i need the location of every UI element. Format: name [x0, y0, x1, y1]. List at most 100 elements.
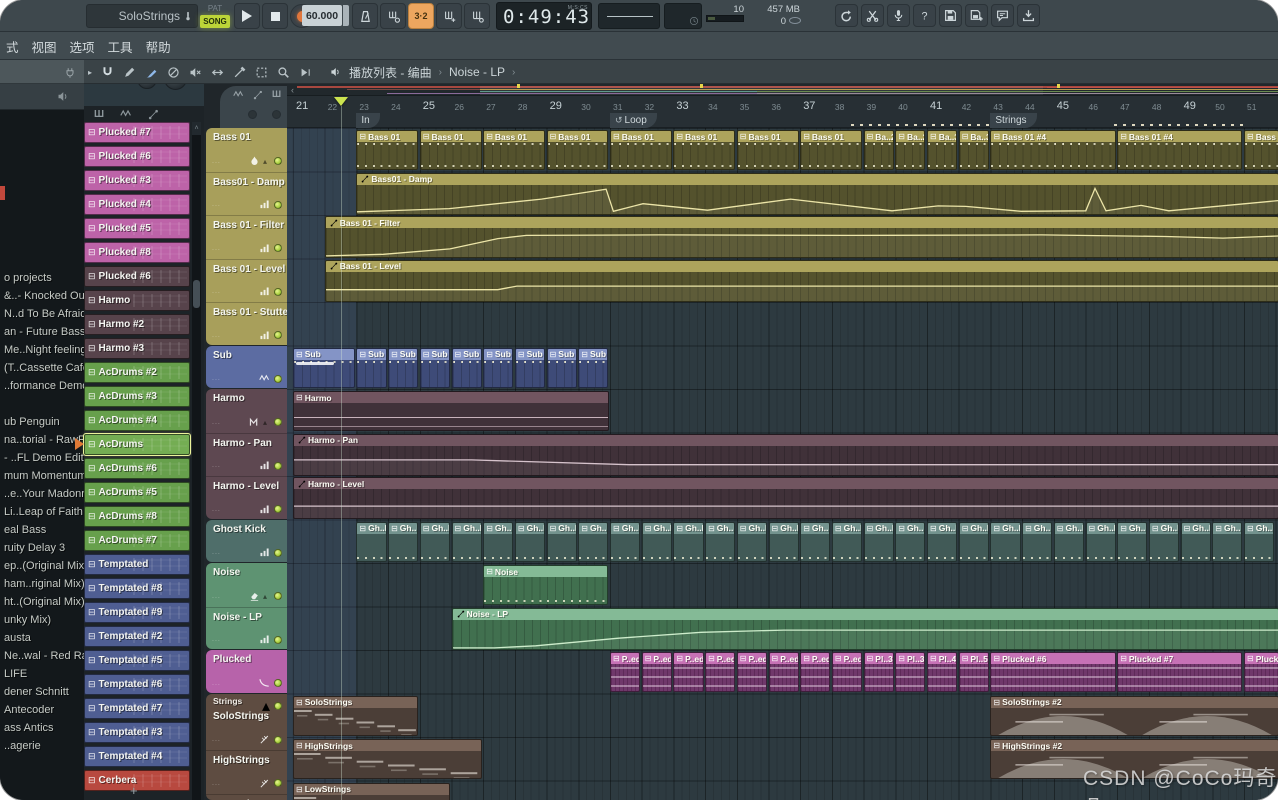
timeline-marker-in[interactable]: In	[356, 113, 380, 128]
pattern-item[interactable]: ⊟ Temptated #5	[84, 650, 190, 671]
track-header[interactable]: Bass 01 - Stutter...	[206, 302, 287, 345]
browser-item[interactable]: ruity Delay 3	[4, 542, 65, 554]
play-button[interactable]	[234, 3, 260, 29]
pattern-clip[interactable]: ⊟ Sub	[293, 347, 355, 388]
violin-icon[interactable]	[259, 734, 270, 745]
detach-icon[interactable]: ▸	[88, 68, 92, 77]
browser-item[interactable]: o projects	[4, 272, 52, 284]
pattern-clip[interactable]: ⊟Bass 01	[356, 130, 419, 170]
pattern-clip[interactable]: ⊟Gh..k	[673, 521, 704, 562]
browser-item[interactable]: - ..FL Demo Edit)	[4, 452, 87, 464]
bars-icon[interactable]	[259, 634, 270, 645]
browser-header[interactable]	[0, 60, 84, 84]
preview-icon[interactable]	[299, 66, 312, 79]
undo-button[interactable]	[835, 4, 858, 27]
pattern-item[interactable]: ⊟ AcDrums #3	[84, 386, 190, 407]
scroll-up-icon[interactable]: ˄	[192, 122, 201, 135]
breadcrumb-selection[interactable]: Noise - LP	[449, 65, 505, 79]
track-header[interactable]: Harmo - Pan...	[206, 432, 287, 477]
slip-icon[interactable]	[211, 66, 224, 79]
track-led-button[interactable]	[274, 461, 282, 470]
saveas-button[interactable]	[965, 4, 988, 27]
browser-item[interactable]: ham..riginal Mix)	[4, 578, 85, 590]
track-header[interactable]: Bass 01 - Filter...	[206, 215, 287, 259]
browser-item[interactable]: ass Antics	[4, 722, 54, 734]
group-name[interactable]: Strings	[213, 696, 242, 706]
track-name[interactable]: Bass 01	[213, 132, 251, 143]
pattern-clip[interactable]: ⊟Gh..k	[705, 521, 736, 562]
automation-clip[interactable]: Harmo - Pan	[293, 433, 1278, 476]
track-name[interactable]: HighStrings	[213, 755, 270, 766]
track-led-button[interactable]	[274, 735, 282, 744]
bars-icon[interactable]	[259, 460, 270, 471]
pattern-clip[interactable]: ⊟Gh..k	[736, 521, 767, 562]
pattern-clip[interactable]: ⊟Gh..k	[451, 521, 482, 562]
eraser-icon[interactable]	[249, 591, 260, 602]
pattern-clip[interactable]: ⊟Bass 01	[546, 130, 609, 170]
wait-button[interactable]	[380, 3, 406, 29]
bars-icon[interactable]	[259, 199, 270, 210]
pattern-clip[interactable]: ⊟Gh..k	[958, 521, 989, 562]
pattern-clip[interactable]: ⊟ P..ed	[736, 652, 767, 692]
track-header[interactable]: Ghost Kick...	[206, 520, 287, 563]
track-led-button[interactable]	[274, 635, 282, 644]
track-led-button[interactable]	[274, 418, 282, 426]
track-header[interactable]: Noise... ▴	[206, 563, 287, 607]
pattern-clip[interactable]: ⊟Gh..k	[1117, 521, 1148, 562]
browser-item[interactable]: LIFE	[4, 668, 27, 680]
pattern-clip[interactable]: ⊟Gh..k	[1022, 521, 1053, 562]
track-led-button[interactable]	[274, 244, 282, 252]
browser-item[interactable]: Me..Night feeling	[4, 344, 87, 356]
browser-item[interactable]: ..agerie	[4, 740, 41, 752]
track-header[interactable]: Harmo... ▴	[206, 389, 287, 433]
track-header[interactable]: Bass 01 - Level...	[206, 258, 287, 303]
pattern-clip[interactable]: ⊟ LowStrings	[293, 782, 450, 800]
pattern-item[interactable]: ⊟ Temptated #8	[84, 578, 190, 599]
tab-patterns-icon[interactable]: Ш	[94, 109, 104, 120]
cut-button[interactable]	[861, 4, 884, 27]
bars-icon[interactable]	[259, 286, 270, 297]
pattern-clip[interactable]: ⊟Gh..k	[895, 521, 926, 562]
pat-label[interactable]: PAT	[200, 3, 230, 15]
pattern-clip[interactable]: ⊟ Sub	[356, 347, 387, 388]
pattern-item[interactable]: ⊟ Temptated #7	[84, 698, 190, 719]
pattern-clip[interactable]: ⊟Gh..k	[800, 521, 831, 562]
pattern-item[interactable]: ⊟ Plucked #3	[84, 170, 190, 191]
pencil-icon[interactable]	[123, 66, 136, 79]
pattern-clip[interactable]: ⊟Gh..k	[514, 521, 546, 562]
pattern-item[interactable]: ⊟ Temptated #6	[84, 674, 190, 695]
pattern-clip[interactable]: ⊟Gh..k	[1244, 521, 1275, 562]
pattern-item[interactable]: ⊟ Plucked #4	[84, 194, 190, 215]
track-header[interactable]: SoloStrings...	[206, 707, 287, 751]
pattern-clip[interactable]: ⊟Bass 01	[736, 130, 799, 170]
curve-icon[interactable]	[259, 678, 270, 689]
feedback-button[interactable]	[991, 4, 1014, 27]
audio-view-icon[interactable]	[233, 89, 244, 100]
browser-item[interactable]: eal Bass	[4, 524, 46, 536]
menu-视图[interactable]: 视图	[32, 37, 57, 56]
pattern-item[interactable]: ⊟ Temptated #4	[84, 746, 190, 767]
browser-item[interactable]: unky Mix)	[4, 614, 51, 626]
automation-curve[interactable]	[294, 446, 1278, 475]
corner-knob[interactable]	[272, 110, 281, 119]
pattern-clip[interactable]: ⊟Bass 01	[673, 130, 736, 170]
pattern-clip[interactable]: ⊟Ba..3	[958, 130, 989, 170]
save-button[interactable]	[939, 4, 962, 27]
browser-item[interactable]: ..e..Your Madonna	[4, 488, 94, 500]
automation-curve[interactable]	[452, 620, 1278, 649]
pattern-clip[interactable]: ⊟Bass 01	[610, 130, 672, 170]
pattern-clip[interactable]: ⊟Ba..2	[895, 130, 926, 170]
overdub-button[interactable]	[436, 3, 462, 29]
export-button[interactable]	[1017, 4, 1040, 27]
track-name[interactable]: Harmo - Pan	[213, 438, 272, 449]
stop-button[interactable]	[262, 3, 288, 29]
tab-audio-icon[interactable]	[120, 108, 132, 120]
track-name[interactable]: Bass 01 - Filter	[213, 220, 284, 231]
automation-curve[interactable]	[325, 272, 1278, 301]
track-led-button[interactable]	[274, 287, 282, 296]
track-header[interactable]: Bass 01... ▴	[206, 128, 287, 172]
pattern-item[interactable]: ⊟ Plucked #8	[84, 242, 190, 263]
automation-clip[interactable]: Harmo - Level	[293, 477, 1278, 519]
pattern-scrollbar[interactable]: ˄	[192, 122, 201, 800]
track-name[interactable]: Bass 01 - Level	[213, 264, 285, 275]
